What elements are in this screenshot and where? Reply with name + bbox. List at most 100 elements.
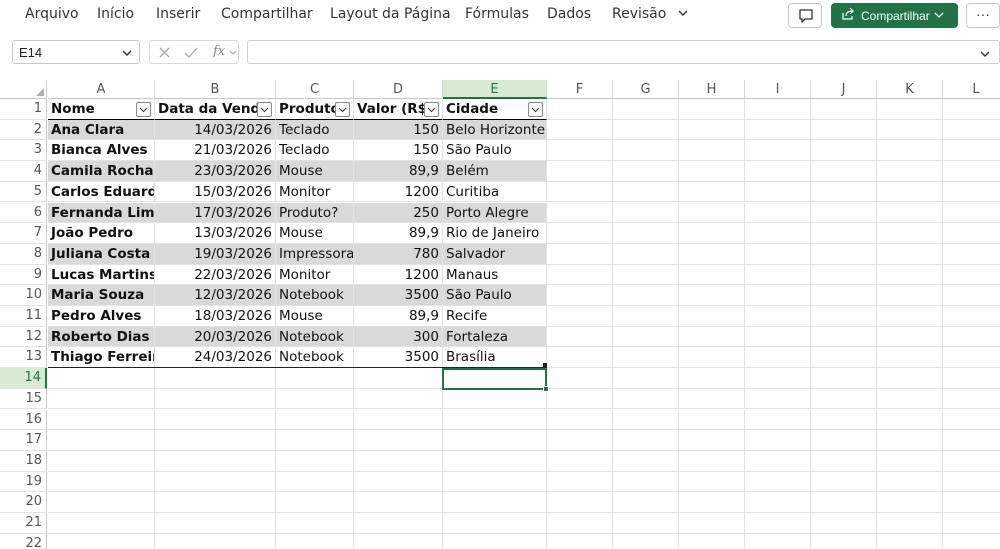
cell-h4[interactable]	[679, 161, 745, 182]
filter-dropdown-icon[interactable]	[424, 102, 439, 117]
cell-l10[interactable]	[943, 285, 1000, 306]
cell-g4[interactable]	[613, 161, 679, 182]
cell-k14[interactable]	[877, 368, 943, 389]
table-cell[interactable]: Camila Rocha	[48, 161, 155, 182]
comments-button[interactable]	[788, 3, 822, 28]
table-cell[interactable]: Rio de Janeiro	[443, 223, 547, 244]
cell-g9[interactable]	[613, 264, 679, 286]
cell-l13[interactable]	[943, 347, 1000, 369]
table-cell[interactable]: Bianca Alves	[48, 140, 155, 162]
cell-g15[interactable]	[613, 388, 679, 410]
cell-d17[interactable]	[354, 430, 443, 451]
cell-c21[interactable]	[276, 513, 354, 534]
cell-i20[interactable]	[745, 492, 811, 513]
cell-g2[interactable]	[613, 119, 679, 141]
cell-i8[interactable]	[745, 243, 811, 265]
menu-compartilhar[interactable]: Compartilhar	[221, 6, 313, 22]
column-header-i[interactable]: I	[745, 80, 811, 99]
chevron-down-icon[interactable]	[121, 47, 133, 62]
cell-g6[interactable]	[613, 202, 679, 224]
cell-i14[interactable]	[745, 368, 811, 389]
cell-d19[interactable]	[354, 471, 443, 493]
cell-c19[interactable]	[276, 471, 354, 493]
table-cell[interactable]: 150	[354, 119, 443, 141]
cell-j22[interactable]	[811, 533, 877, 549]
cell-f5[interactable]	[547, 181, 613, 203]
filter-dropdown-icon[interactable]	[136, 102, 151, 117]
chevron-down-icon[interactable]	[229, 50, 237, 56]
cell-j17[interactable]	[811, 430, 877, 451]
row-header-11[interactable]: 11	[0, 306, 47, 327]
cell-f11[interactable]	[547, 306, 613, 327]
table-cell[interactable]: 24/03/2026	[155, 347, 276, 369]
cell-f6[interactable]	[547, 202, 613, 224]
cell-e16[interactable]	[443, 409, 547, 431]
cell-e22[interactable]	[443, 533, 547, 549]
row-header-4[interactable]: 4	[0, 161, 47, 182]
cell-j20[interactable]	[811, 492, 877, 513]
table-cell[interactable]: Belém	[443, 161, 547, 182]
cell-l3[interactable]	[943, 140, 1000, 162]
cell-j14[interactable]	[811, 368, 877, 389]
cell-j19[interactable]	[811, 471, 877, 493]
cell-j12[interactable]	[811, 326, 877, 348]
row-header-1[interactable]: 1	[0, 99, 47, 120]
table-cell[interactable]: 780	[354, 243, 443, 265]
cell-l12[interactable]	[943, 327, 1000, 348]
table-cell[interactable]: Recife	[443, 306, 547, 327]
cell-k10[interactable]	[877, 285, 943, 306]
formula-input[interactable]	[247, 40, 1000, 64]
cell-j13[interactable]	[811, 347, 877, 369]
cell-i12[interactable]	[745, 326, 811, 348]
confirm-icon[interactable]	[184, 46, 198, 59]
cell-l17[interactable]	[943, 430, 1000, 451]
cell-f18[interactable]	[547, 450, 613, 472]
cell-g3[interactable]	[613, 140, 679, 162]
cell-b21[interactable]	[155, 513, 276, 534]
cell-h11[interactable]	[679, 306, 745, 327]
cell-e19[interactable]	[443, 471, 547, 493]
column-header-k[interactable]: K	[877, 80, 943, 99]
menu-inicio[interactable]: Início	[97, 6, 134, 22]
cell-g21[interactable]	[613, 513, 679, 534]
table-cell[interactable]: 89,9	[354, 161, 443, 182]
table-cell[interactable]: Teclado	[276, 119, 354, 141]
cell-l15[interactable]	[943, 389, 1000, 410]
table-cell[interactable]: João Pedro	[48, 223, 155, 244]
table-cell[interactable]: Fortaleza	[443, 326, 547, 348]
cell-e20[interactable]	[443, 492, 547, 513]
cell-i13[interactable]	[745, 347, 811, 369]
table-cell[interactable]: Fernanda Lima	[48, 202, 155, 224]
table-cell[interactable]: Mouse	[276, 223, 354, 244]
cell-f22[interactable]	[547, 533, 613, 549]
cell-g16[interactable]	[613, 409, 679, 431]
cell-f20[interactable]	[547, 492, 613, 513]
table-cell[interactable]: 20/03/2026	[155, 326, 276, 348]
cell-a20[interactable]	[48, 492, 155, 513]
row-header-12[interactable]: 12	[0, 326, 47, 348]
menu-arquivo[interactable]: Arquivo	[25, 6, 79, 22]
cell-j1[interactable]	[811, 99, 877, 120]
menu-revisao[interactable]: Revisão	[612, 6, 666, 22]
row-header-17[interactable]: 17	[0, 430, 47, 451]
cell-k6[interactable]	[877, 202, 943, 224]
table-cell[interactable]: Impressora	[276, 243, 354, 265]
cell-c22[interactable]	[276, 533, 354, 549]
cell-a15[interactable]	[48, 388, 155, 410]
active-cell-selection[interactable]	[442, 368, 547, 390]
cell-g19[interactable]	[613, 471, 679, 493]
row-header-10[interactable]: 10	[0, 285, 47, 306]
cell-a18[interactable]	[48, 450, 155, 472]
row-header-14[interactable]: 14	[0, 368, 47, 389]
cell-i22[interactable]	[745, 533, 811, 549]
cell-g8[interactable]	[613, 243, 679, 265]
cell-k20[interactable]	[877, 492, 943, 513]
cell-j11[interactable]	[811, 306, 877, 327]
cell-g10[interactable]	[613, 285, 679, 306]
more-options-button[interactable]: ···	[966, 3, 1000, 28]
table-cell[interactable]: Manaus	[443, 264, 547, 286]
cell-i21[interactable]	[745, 513, 811, 534]
row-header-18[interactable]: 18	[0, 450, 47, 472]
column-header-b[interactable]: B	[155, 80, 276, 99]
cell-f8[interactable]	[547, 243, 613, 265]
